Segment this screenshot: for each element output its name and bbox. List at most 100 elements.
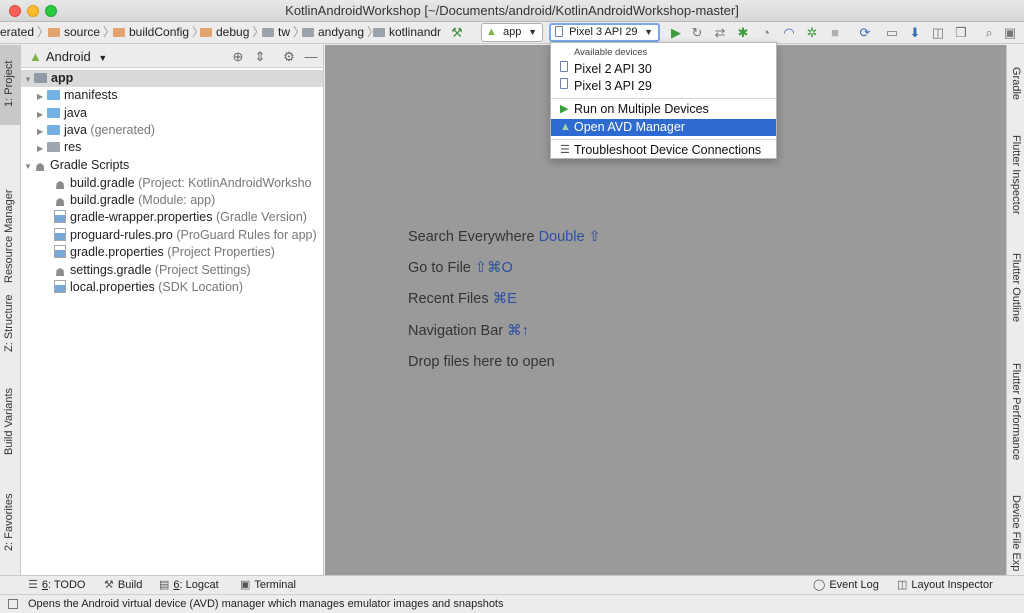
view-mode-selector[interactable]: ▲ Android ▼ — [29, 49, 107, 64]
attach-debugger-icon[interactable]: ◠ — [781, 25, 797, 41]
avd-manager-icon: ▲ — [560, 121, 571, 133]
debug-icon[interactable]: ✱ — [735, 25, 751, 41]
bug-icon[interactable]: ✲ — [804, 25, 820, 41]
expanded-arrow-icon: ▼ — [24, 162, 32, 171]
package-icon — [302, 28, 314, 37]
project-panel-header: ▲ Android ▼ ⊕ ⇕ ⚙ — — [21, 45, 323, 68]
hint-navigation-bar: Navigation Bar ⌘↑ — [408, 323, 529, 339]
hammer-icon[interactable]: ⚒ — [449, 25, 465, 41]
tab-build-variants[interactable]: Build Variants — [0, 385, 21, 465]
open-avd-manager-item[interactable]: ▲ Open AVD Manager — [551, 119, 776, 136]
device-option-pixel-2[interactable]: Pixel 2 API 30 — [551, 61, 776, 78]
divider — [551, 139, 776, 140]
divider — [551, 98, 776, 99]
settings-icon[interactable]: ▣ — [1002, 25, 1018, 41]
tree-item-gradle-scripts[interactable]: ▼ ☗ Gradle Scripts — [24, 157, 129, 174]
tree-item-java[interactable]: ▶ java — [37, 105, 87, 122]
tab-layout-inspector[interactable]: ◫ Layout Inspector — [897, 578, 993, 591]
breadcrumb-item[interactable]: erated 〉 — [0, 22, 49, 44]
hint-recent-files: Recent Files ⌘E — [408, 291, 517, 307]
breadcrumb-item[interactable]: buildConfig 〉 — [113, 22, 204, 44]
sdk-manager-icon[interactable]: ⬇ — [907, 25, 923, 41]
properties-file-icon — [54, 280, 66, 293]
close-window-button[interactable] — [9, 5, 21, 17]
collapse-all-icon[interactable]: ⇕ — [253, 49, 267, 65]
window-title: KotlinAndroidWorkshop [~/Documents/andro… — [285, 3, 739, 18]
tree-item-manifests[interactable]: ▶ manifests — [37, 87, 118, 104]
tab-todo[interactable]: ☰ 6: TODO — [28, 578, 86, 591]
tree-item-gradle-file[interactable]: proguard-rules.pro (ProGuard Rules for a… — [54, 227, 317, 244]
tree-item-gradle-file[interactable]: gradle.properties (Project Properties) — [54, 244, 275, 261]
breadcrumb-item[interactable]: tw 〉 — [262, 22, 305, 44]
tree-item-gradle-file[interactable]: ☗ settings.gradle (Project Settings) — [54, 262, 251, 279]
tab-resource-manager[interactable]: Resource Manager — [0, 135, 21, 285]
collapsed-arrow-icon: ▶ — [37, 127, 44, 136]
avd-manager-icon[interactable]: ▭ — [884, 25, 900, 41]
layout-inspector-icon: ◫ — [897, 579, 908, 591]
chevron-down-icon: ▼ — [98, 53, 108, 63]
tab-build[interactable]: ⚒ Build — [104, 578, 142, 591]
apply-code-changes-icon[interactable]: ⇄ — [712, 25, 728, 41]
minimize-window-button[interactable] — [27, 5, 39, 17]
device-combo[interactable]: Pixel 3 API 29 ▼ — [549, 23, 660, 42]
tree-item-gradle-file[interactable]: gradle-wrapper.properties (Gradle Versio… — [54, 209, 307, 226]
tree-item-java-generated[interactable]: ▶ java (generated) — [37, 122, 155, 139]
properties-file-icon — [54, 245, 66, 258]
gear-icon[interactable]: ⚙ — [282, 49, 296, 65]
tab-terminal[interactable]: ▣ Terminal — [240, 578, 296, 591]
breadcrumb-item[interactable]: debug 〉 — [200, 22, 264, 44]
hint-search-everywhere: Search Everywhere Double ⇧ — [408, 229, 601, 245]
folder-icon — [200, 28, 212, 37]
package-icon — [262, 28, 274, 37]
collapsed-arrow-icon: ▶ — [37, 144, 44, 153]
gradle-icon: ☗ — [35, 162, 45, 174]
collapsed-arrow-icon: ▶ — [37, 92, 44, 101]
tab-structure[interactable]: Z: Structure — [0, 290, 21, 380]
locate-icon[interactable]: ⊕ — [231, 49, 245, 65]
tab-favorites[interactable]: 2: Favorites — [0, 485, 21, 565]
title-bar: KotlinAndroidWorkshop [~/Documents/andro… — [0, 0, 1024, 22]
run-multiple-devices-item[interactable]: ▶ Run on Multiple Devices — [551, 101, 776, 118]
tab-logcat[interactable]: ▤ 6: Logcat — [159, 578, 219, 591]
stop-icon[interactable]: ■ — [827, 25, 843, 41]
breadcrumb-item[interactable]: source 〉 — [48, 22, 115, 44]
tree-item-gradle-file[interactable]: ☗ build.gradle (Project: KotlinAndroidWor… — [54, 175, 312, 192]
run-icon: ▶ — [560, 103, 569, 115]
project-structure-icon[interactable]: ❒ — [953, 25, 969, 41]
resource-folder-icon — [47, 142, 60, 152]
breadcrumb-item[interactable]: andyang〉 — [302, 22, 379, 44]
tree-item-res[interactable]: ▶ res — [37, 139, 81, 156]
tree-item-gradle-file[interactable]: local.properties (SDK Location) — [54, 279, 243, 296]
breadcrumb-item[interactable]: kotlinandr — [373, 22, 441, 44]
generated-folder-icon — [47, 125, 60, 135]
tree-root-app[interactable]: ▼ app — [21, 70, 323, 87]
status-message: Opens the Android virtual device (AVD) m… — [28, 598, 504, 610]
tree-item-gradle-file[interactable]: ☗ build.gradle (Module: app) — [54, 192, 215, 209]
search-icon[interactable]: ⌕ — [981, 25, 997, 41]
sync-icon[interactable]: ⟳ — [857, 25, 873, 41]
right-tool-stripe: Gradle Flutter Inspector Flutter Outline… — [1006, 45, 1024, 575]
run-icon[interactable]: ▶ — [668, 25, 684, 41]
project-panel: ▲ Android ▼ ⊕ ⇕ ⚙ — ▼ app ▶ manifests ▶ java… — [21, 45, 324, 575]
android-icon: ▲ — [29, 49, 42, 64]
troubleshoot-connections-item[interactable]: ☰ Troubleshoot Device Connections — [551, 142, 776, 159]
phone-icon — [560, 61, 568, 78]
zoom-window-button[interactable] — [45, 5, 57, 17]
profile-icon[interactable]: ◔ — [758, 25, 774, 41]
logcat-icon: ▤ — [159, 579, 170, 591]
device-option-pixel-3[interactable]: Pixel 3 API 29 — [551, 78, 776, 95]
phone-icon — [560, 78, 568, 95]
left-tool-stripe: 1: Project Resource Manager Z: Structure… — [0, 45, 21, 575]
run-config-combo[interactable]: ▲ app ▼ — [481, 23, 543, 42]
bottom-tool-bar: ☰ 6: TODO ⚒ Build ▤ 6: Logcat ▣ Terminal ◯ Ev… — [0, 575, 1024, 594]
folder-icon — [48, 28, 60, 37]
module-folder-icon — [34, 73, 47, 83]
tab-project[interactable]: 1: Project — [0, 45, 21, 125]
layout-inspector-icon[interactable]: ◫ — [930, 25, 946, 41]
status-icon[interactable] — [8, 599, 18, 609]
apply-changes-icon[interactable]: ↻ — [689, 25, 705, 41]
phone-icon — [555, 26, 563, 37]
hide-icon[interactable]: — — [304, 49, 318, 64]
folder-icon — [47, 108, 60, 118]
tab-event-log[interactable]: ◯ Event Log — [813, 578, 879, 591]
